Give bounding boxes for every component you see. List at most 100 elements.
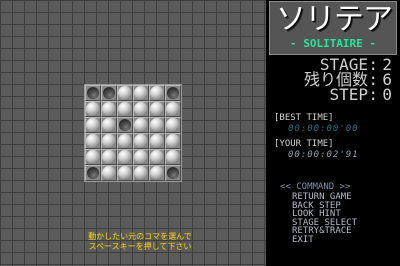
cell-frame [117, 149, 133, 165]
peg-icon [86, 150, 100, 164]
side-panel: ソリテア - SOLITAIRE - STAGE : 2 残り個数 : 6 ST… [266, 0, 400, 266]
board-cell[interactable] [85, 117, 101, 133]
cell-frame [133, 101, 149, 117]
cell-frame [117, 133, 133, 149]
cell-frame [133, 133, 149, 149]
board-cell[interactable] [165, 133, 181, 149]
peg-icon [102, 134, 116, 148]
cell-frame [101, 149, 117, 165]
cell-frame [85, 85, 101, 101]
board-cell[interactable] [149, 101, 165, 117]
board-cell[interactable] [133, 149, 149, 165]
logo: ソリテア - SOLITAIRE - [269, 1, 397, 55]
peg-icon [134, 118, 148, 132]
peg-icon [134, 150, 148, 164]
board-cell[interactable] [165, 101, 181, 117]
board-cell[interactable] [101, 165, 117, 181]
board-cell[interactable] [149, 117, 165, 133]
board-cell[interactable] [149, 133, 165, 149]
cell-frame [165, 133, 181, 149]
peg-icon [150, 150, 164, 164]
board-cell[interactable] [85, 165, 101, 181]
cell-frame [85, 165, 101, 181]
cell-frame [165, 165, 181, 181]
board-cell[interactable] [117, 149, 133, 165]
cell-frame [165, 149, 181, 165]
empty-hole-icon [87, 87, 99, 99]
best-time-value: 00:00:00'00 [288, 124, 359, 134]
board-cell[interactable] [101, 133, 117, 149]
board-cell[interactable] [85, 85, 101, 101]
empty-hole-icon [167, 87, 179, 99]
cell-frame [149, 165, 165, 181]
logo-subtitle: - SOLITAIRE - [289, 37, 377, 50]
cell-frame [133, 117, 149, 133]
peg-icon [102, 166, 116, 180]
peg-icon [150, 86, 164, 100]
step-stat: STEP : 0 [276, 86, 394, 104]
board-cell[interactable] [85, 133, 101, 149]
peg-icon [86, 134, 100, 148]
peg-icon [118, 134, 132, 148]
board-cell[interactable] [101, 85, 117, 101]
cell-frame [101, 133, 117, 149]
peg-icon [118, 102, 132, 116]
peg-icon [166, 150, 180, 164]
command-exit[interactable]: EXIT [292, 236, 357, 245]
board-cell[interactable] [85, 149, 101, 165]
cell-frame [133, 149, 149, 165]
board-cell[interactable] [133, 165, 149, 181]
board-cell[interactable] [101, 149, 117, 165]
peg-icon [166, 118, 180, 132]
peg-grid[interactable] [84, 84, 182, 182]
step-label: STEP [329, 85, 368, 104]
cell-frame [101, 85, 117, 101]
your-time-label: [YOUR TIME] [274, 139, 334, 149]
cell-frame [85, 101, 101, 117]
peg-icon [118, 166, 132, 180]
board-cell[interactable] [133, 133, 149, 149]
cell-frame [149, 133, 165, 149]
board-cell[interactable] [165, 117, 181, 133]
board-cell[interactable] [165, 165, 181, 181]
peg-icon [150, 134, 164, 148]
empty-hole-icon [87, 167, 99, 179]
peg-icon [166, 134, 180, 148]
board-cell[interactable] [165, 85, 181, 101]
cell-frame [101, 117, 117, 133]
board-cell[interactable] [117, 101, 133, 117]
step-value: 0 [382, 85, 392, 104]
empty-hole-icon [119, 119, 131, 131]
board-cell[interactable] [133, 117, 149, 133]
command-menu: RETURN GAME BACK STEP LOOK HINT STAGE SE… [292, 193, 357, 245]
your-time-value: 00:00:02'91 [288, 150, 359, 160]
cell-frame [117, 85, 133, 101]
peg-icon [118, 150, 132, 164]
board-cell[interactable] [165, 149, 181, 165]
cell-frame [117, 101, 133, 117]
cell-frame [85, 133, 101, 149]
cell-frame [149, 117, 165, 133]
peg-icon [166, 102, 180, 116]
board-cell[interactable] [149, 165, 165, 181]
board-cell[interactable] [149, 85, 165, 101]
board-cell[interactable] [133, 85, 149, 101]
cell-frame [165, 117, 181, 133]
cell-frame [165, 85, 181, 101]
board-cell[interactable] [101, 117, 117, 133]
board-cell[interactable] [85, 101, 101, 117]
board-cell[interactable] [117, 165, 133, 181]
board-cell[interactable] [149, 149, 165, 165]
board-cell[interactable] [117, 133, 133, 149]
cell-frame [133, 85, 149, 101]
board-cell[interactable] [133, 101, 149, 117]
board-cell[interactable] [117, 117, 133, 133]
cell-frame [133, 165, 149, 181]
peg-icon [118, 86, 132, 100]
peg-icon [150, 102, 164, 116]
peg-icon [134, 86, 148, 100]
empty-hole-icon [167, 167, 179, 179]
board-cell[interactable] [101, 101, 117, 117]
board-cell[interactable] [117, 85, 133, 101]
cell-frame [149, 85, 165, 101]
